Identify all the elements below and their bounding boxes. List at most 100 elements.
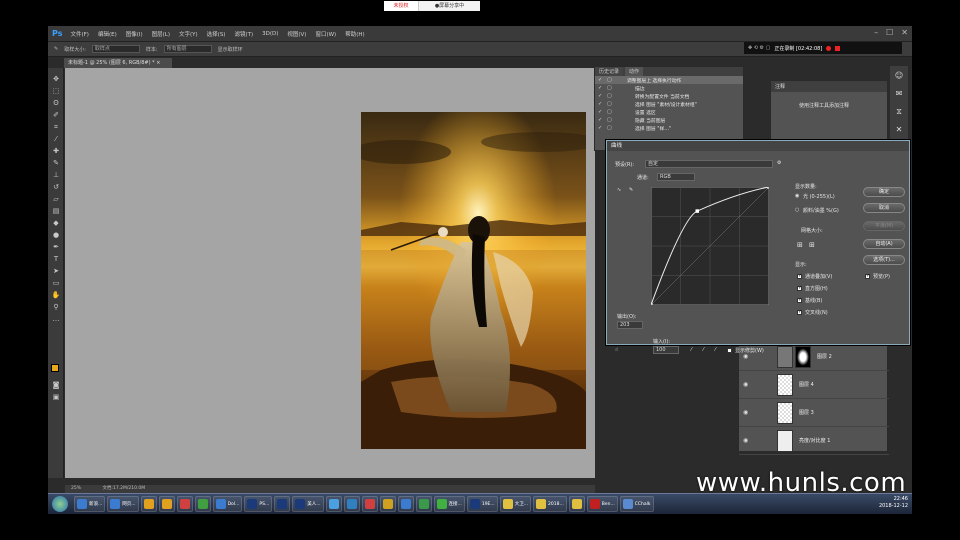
pen-tool-icon[interactable]: ✒ bbox=[51, 242, 61, 252]
eye-icon[interactable]: ◉ bbox=[743, 353, 753, 360]
taskbar-item[interactable] bbox=[415, 496, 432, 512]
baseline-checkbox[interactable] bbox=[797, 297, 802, 303]
taskbar-item[interactable] bbox=[325, 496, 342, 512]
zoom-level[interactable]: 25% bbox=[71, 486, 81, 491]
healing-tool-icon[interactable]: ✚ bbox=[51, 146, 61, 156]
menu-image[interactable]: 图像(I) bbox=[126, 30, 143, 38]
cancel-button[interactable]: 取消 bbox=[863, 203, 905, 213]
intersection-checkbox[interactable] bbox=[797, 309, 802, 315]
recorder-icons[interactable]: ✥ ⟲ ⚙ ▢ bbox=[748, 45, 770, 51]
history-icon[interactable]: ⧖ bbox=[893, 106, 905, 118]
eye-icon[interactable]: ◉ bbox=[743, 409, 753, 416]
stop-icon[interactable] bbox=[835, 45, 841, 51]
notes-title[interactable]: 注释 bbox=[771, 81, 887, 92]
taskbar-item[interactable]: 大卫... bbox=[499, 496, 531, 512]
curve-point-tool-icon[interactable]: ∿ bbox=[617, 187, 621, 193]
taskbar-item[interactable]: CChalk bbox=[619, 496, 654, 512]
action-row[interactable]: ✓ ▢ 隐藏 当前图层 bbox=[595, 116, 743, 124]
action-row[interactable]: ✓ ▢ 选择 图层 "样…" bbox=[595, 124, 743, 132]
history-brush-tool-icon[interactable]: ↺ bbox=[51, 182, 61, 192]
action-row[interactable]: ✓ ▢ 调整图层上 选择执行动作 bbox=[595, 76, 743, 84]
menu-view[interactable]: 视图(V) bbox=[287, 30, 306, 38]
channel-select[interactable]: RGB bbox=[657, 173, 695, 181]
layer-row[interactable]: ◉ 图层 3 bbox=[739, 399, 889, 427]
taskbar-item[interactable] bbox=[176, 496, 193, 512]
grid-small-icon[interactable]: ⊞ bbox=[797, 241, 803, 249]
taskbar-item[interactable]: PS... bbox=[244, 496, 273, 512]
hand-tool-icon[interactable]: ✋ bbox=[51, 290, 61, 300]
eye-icon[interactable]: ◉ bbox=[743, 437, 753, 444]
move-tool-icon[interactable]: ✥ bbox=[51, 74, 61, 84]
stamp-tool-icon[interactable]: ⊥ bbox=[51, 170, 61, 180]
dodge-tool-icon[interactable]: ● bbox=[51, 230, 61, 240]
person-icon[interactable]: ☺ bbox=[893, 70, 905, 82]
system-clock[interactable]: 22:46 2018-12-12 bbox=[879, 496, 908, 510]
taskbar-item[interactable]: 19E... bbox=[466, 496, 498, 512]
quick-mask-icon[interactable]: ◙ bbox=[51, 380, 61, 390]
show-clipping-checkbox[interactable] bbox=[727, 348, 732, 353]
canvas-image[interactable] bbox=[361, 112, 586, 449]
sample-select[interactable]: 所有图层 bbox=[163, 45, 212, 53]
marquee-tool-icon[interactable]: ⬚ bbox=[51, 86, 61, 96]
options-button[interactable]: 选项(T)... bbox=[863, 255, 905, 265]
menu-select[interactable]: 选择(S) bbox=[207, 30, 226, 38]
lasso-tool-icon[interactable]: ʘ bbox=[51, 98, 61, 108]
eye-icon[interactable]: ◉ bbox=[743, 381, 753, 388]
quick-select-tool-icon[interactable]: ✐ bbox=[51, 110, 61, 120]
document-tab[interactable]: 未标题-1 @ 25% (图层 6, RGB/8#) * × bbox=[64, 58, 172, 68]
action-row[interactable]: ✓ ▢ 描边 bbox=[595, 84, 743, 92]
menu-filter[interactable]: 滤镜(T) bbox=[234, 30, 253, 38]
curve-graph[interactable] bbox=[651, 187, 769, 305]
brush-tool-icon[interactable]: ✎ bbox=[51, 158, 61, 168]
preview-checkbox[interactable] bbox=[865, 273, 870, 279]
dialog-title[interactable]: 曲线 bbox=[607, 141, 909, 151]
foreground-color-swatch[interactable] bbox=[51, 364, 59, 372]
taskbar-item[interactable] bbox=[140, 496, 157, 512]
menu-3d[interactable]: 3D(D) bbox=[262, 31, 278, 37]
more-tools-icon[interactable]: … bbox=[51, 314, 61, 324]
menu-edit[interactable]: 编辑(E) bbox=[98, 30, 117, 38]
eyedropper-white-icon[interactable]: ⁄ bbox=[715, 347, 716, 353]
light-radio[interactable]: ◉ bbox=[795, 193, 799, 199]
type-tool-icon[interactable]: T bbox=[51, 254, 61, 264]
eraser-tool-icon[interactable]: ▱ bbox=[51, 194, 61, 204]
taskbar-item[interactable] bbox=[343, 496, 360, 512]
smooth-button[interactable]: 平滑(M) bbox=[863, 221, 905, 231]
canvas-area[interactable] bbox=[65, 68, 595, 478]
layer-row[interactable]: ◉ 图层 4 bbox=[739, 371, 889, 399]
zoom-tool-icon[interactable]: ⚲ bbox=[51, 302, 61, 312]
shape-tool-icon[interactable]: ▭ bbox=[51, 278, 61, 288]
taskbar-item[interactable] bbox=[194, 496, 211, 512]
menu-window[interactable]: 窗口(W) bbox=[315, 30, 336, 38]
record-icon[interactable] bbox=[826, 45, 832, 51]
menu-file[interactable]: 文件(F) bbox=[70, 30, 88, 38]
close-button[interactable]: ✕ bbox=[901, 28, 908, 37]
minimize-button[interactable]: – bbox=[874, 28, 878, 37]
grid-large-icon[interactable]: ⊞ bbox=[809, 241, 815, 249]
taskbar-item[interactable] bbox=[397, 496, 414, 512]
pencil-tool-icon[interactable]: ✎ bbox=[629, 187, 633, 193]
taskbar-item[interactable]: 美人... bbox=[292, 496, 324, 512]
path-select-tool-icon[interactable]: ➤ bbox=[51, 266, 61, 276]
eyedropper-tool-icon[interactable]: ⁄ bbox=[51, 134, 61, 144]
menu-layer[interactable]: 图层(L) bbox=[152, 30, 170, 38]
taskbar-item[interactable] bbox=[361, 496, 378, 512]
taskbar-item[interactable] bbox=[158, 496, 175, 512]
crop-tool-icon[interactable]: ⌗ bbox=[51, 122, 61, 132]
target-adjust-icon[interactable]: ☝ bbox=[615, 347, 618, 353]
preset-options-icon[interactable]: ⚙ bbox=[777, 160, 781, 166]
screen-sharing-status[interactable]: ●屏幕分享中 bbox=[418, 1, 480, 11]
taskbar-item[interactable]: 新浪... bbox=[74, 496, 106, 512]
gradient-tool-icon[interactable]: ▤ bbox=[51, 206, 61, 216]
taskbar-item[interactable] bbox=[568, 496, 585, 512]
ok-button[interactable]: 确定 bbox=[863, 187, 905, 197]
action-row[interactable]: ✓ ▢ 设置 选区 bbox=[595, 108, 743, 116]
menu-type[interactable]: 文字(Y) bbox=[179, 30, 198, 38]
tools-icon[interactable]: ✕ bbox=[893, 124, 905, 136]
taskbar-item[interactable]: 连接... bbox=[433, 496, 465, 512]
tab-actions[interactable]: 动作 bbox=[624, 67, 643, 76]
action-row[interactable]: ✓ ▢ 选择 图层 "素材/设计素材组" bbox=[595, 100, 743, 108]
comment-icon[interactable]: ✉ bbox=[893, 88, 905, 100]
eyedropper-icon[interactable]: ✎ bbox=[54, 46, 58, 52]
show-ring-checkbox[interactable]: 显示取样环 bbox=[218, 46, 243, 53]
